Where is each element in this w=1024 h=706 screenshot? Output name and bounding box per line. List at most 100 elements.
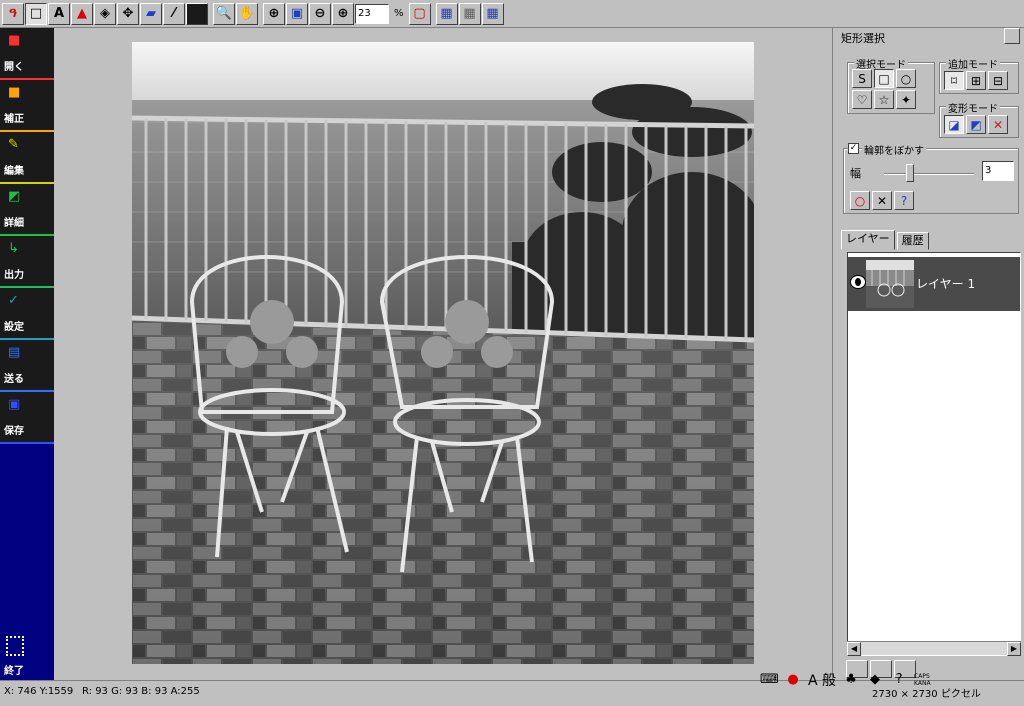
sidebar-item-edit[interactable]: ✎ 編集 xyxy=(0,132,54,184)
layer-thumbnail xyxy=(866,260,914,308)
keyboard-icon[interactable]: ⌨ xyxy=(760,672,779,688)
layer-scrollbar[interactable]: ◀ ▶ xyxy=(847,641,1021,656)
lasso-shape-icon[interactable]: S xyxy=(852,69,872,88)
sidebar-item-label: 補正 xyxy=(4,114,24,125)
rect-select-icon[interactable]: □ xyxy=(25,2,47,25)
sidebar-item-label: 詳細 xyxy=(4,218,24,229)
status-bar: X: 746 Y:1559 R: 93 G: 93 B: 93 A:255 ⌨ … xyxy=(0,672,1024,706)
lasso-icon[interactable]: ዓ xyxy=(2,2,24,25)
pixel-rgb: R: 93 G: 93 B: 93 A:255 xyxy=(82,686,200,697)
star-shape-icon[interactable]: ☆ xyxy=(874,90,894,109)
layer-name: レイヤー 1 xyxy=(916,277,976,291)
add-mode-icon[interactable]: ⊞ xyxy=(966,71,986,90)
camera-icon: ■ xyxy=(8,33,21,48)
width-input[interactable]: 3 xyxy=(982,161,1014,181)
selection-mode-group: 選択モード S □ ○ ♡ ☆ ✦ xyxy=(847,56,935,114)
ime-mode[interactable]: A 般 xyxy=(808,670,836,690)
help-icon[interactable]: ? xyxy=(894,191,914,210)
cancel-transform-icon[interactable]: ✕ xyxy=(988,115,1008,134)
exit-icon xyxy=(6,636,24,656)
photo-canvas[interactable] xyxy=(132,42,754,664)
crop-icon[interactable]: ◩ xyxy=(966,115,986,134)
layer-list[interactable]: レイヤー 1 xyxy=(847,252,1021,656)
adjust-icon: ■ xyxy=(8,85,21,100)
feather-group: ✓ 輪郭をぼかす 幅 3 ○ ✕ ? xyxy=(843,142,1019,214)
wrench-icon: ✓ xyxy=(8,293,19,308)
sidebar-item-send[interactable]: ▤ 送る xyxy=(0,340,54,392)
zoom-out-icon[interactable]: ⊖ xyxy=(309,2,331,25)
cancel-icon[interactable]: ✕ xyxy=(872,191,892,210)
quit-button[interactable]: 終了 xyxy=(0,628,54,680)
sidebar-item-output[interactable]: ↳ 出力 xyxy=(0,236,54,288)
rect-shape-icon[interactable]: □ xyxy=(874,69,894,88)
heart-shape-icon[interactable]: ♡ xyxy=(852,90,872,109)
ellipse-shape-icon[interactable]: ○ xyxy=(896,69,916,88)
add-mode-title: 追加モード xyxy=(946,56,1000,71)
cursor-coords: X: 746 Y:1559 xyxy=(4,686,74,697)
zoom-unit: % xyxy=(394,8,404,19)
sidebar-item-settings[interactable]: ✓ 設定 xyxy=(0,288,54,340)
sidebar-item-label: 設定 xyxy=(4,322,24,333)
send-icon: ▤ xyxy=(8,345,21,360)
main-toolbar: ዓ □ A ▲ ◈ ✥ ▰ ⁄ 🔍 ✋ ⊕ ▣ ⊖ ⊕ 23 % ▢ ▦ ▦ ▦ xyxy=(0,0,1024,28)
transform-mode-title: 変形モード xyxy=(946,100,1000,115)
width-label: 幅 xyxy=(850,167,861,180)
frame-icon[interactable]: ▢ xyxy=(408,2,431,25)
palette-icon[interactable]: ♣ xyxy=(842,672,860,688)
tab-layers[interactable]: レイヤー xyxy=(841,230,895,250)
tab-history[interactable]: 履歴 xyxy=(896,232,929,250)
feather-checkbox[interactable]: ✓ xyxy=(848,143,859,154)
pencil-icon: ✎ xyxy=(8,137,19,152)
grid1-icon[interactable]: ▦ xyxy=(435,2,458,25)
zoom-window-icon[interactable]: ▣ xyxy=(286,2,308,25)
quit-label: 終了 xyxy=(4,666,24,677)
ime-status-icon[interactable]: ● xyxy=(784,672,802,688)
sidebar-item-save[interactable]: ▣ 保存 xyxy=(0,392,54,444)
grid2-icon[interactable]: ▦ xyxy=(458,2,481,25)
zoom-input[interactable]: 23 xyxy=(355,3,389,24)
subtract-mode-icon[interactable]: ⊟ xyxy=(988,71,1008,90)
zoom-in-icon[interactable]: ⊕ xyxy=(332,2,354,25)
replace-mode-icon[interactable]: ⌑ xyxy=(944,71,964,90)
brush-icon[interactable]: ▰ xyxy=(140,2,162,25)
color-swatch-icon[interactable] xyxy=(186,2,208,25)
image-size: 2730 × 2730 ピクセル xyxy=(872,689,981,700)
eyedropper-icon[interactable]: ⁄ xyxy=(163,2,185,25)
text-icon[interactable]: A xyxy=(48,2,70,25)
width-slider-thumb[interactable] xyxy=(906,164,914,182)
sidebar-item-label: 送る xyxy=(4,374,24,385)
panel-title: 矩形選択 xyxy=(841,32,885,45)
width-slider[interactable] xyxy=(884,173,974,175)
canvas-area[interactable] xyxy=(54,28,830,680)
scroll-left-icon[interactable]: ◀ xyxy=(847,642,861,656)
detail-icon: ◩ xyxy=(8,189,21,204)
hand-icon[interactable]: ✋ xyxy=(236,2,258,25)
transform-mode-group: 変形モード ◪ ◩ ✕ xyxy=(939,100,1019,138)
sidebar-item-label: 編集 xyxy=(4,166,24,177)
sidebar-item-label: 開く xyxy=(4,62,24,73)
sidebar-item-label: 出力 xyxy=(4,270,24,281)
save-icon: ▣ xyxy=(8,397,21,412)
add-mode-group: 追加モード ⌑ ⊞ ⊟ xyxy=(939,56,1019,94)
sidebar-item-detail[interactable]: ◩ 詳細 xyxy=(0,184,54,236)
scroll-right-icon[interactable]: ▶ xyxy=(1007,642,1021,656)
right-panel: 矩形選択 選択モード S □ ○ ♡ ☆ ✦ 追加モード ⌑ ⊞ ⊟ 変形モード… xyxy=(832,28,1024,680)
sidebar-item-label: 保存 xyxy=(4,426,24,437)
layer-row[interactable]: レイヤー 1 xyxy=(848,257,1020,311)
fill-icon[interactable]: ◈ xyxy=(94,2,116,25)
sidebar-item-adjust[interactable]: ■ 補正 xyxy=(0,80,54,132)
wand-shape-icon[interactable]: ✦ xyxy=(896,90,916,109)
panel-tabs: レイヤー 履歴 xyxy=(841,230,931,250)
color-icon[interactable]: ▲ xyxy=(71,2,93,25)
output-icon: ↳ xyxy=(8,241,19,256)
zoom-fit-icon[interactable]: ⊕ xyxy=(263,2,285,25)
transform-icon[interactable]: ◪ xyxy=(944,115,964,134)
move-icon[interactable]: ✥ xyxy=(117,2,139,25)
sidebar-item-open[interactable]: ■ 開く xyxy=(0,28,54,80)
apply-icon[interactable]: ○ xyxy=(850,191,870,210)
feather-label: 輪郭をぼかす xyxy=(862,142,926,157)
grid3-icon[interactable]: ▦ xyxy=(481,2,504,25)
eye-icon[interactable] xyxy=(850,275,866,289)
panel-close-button[interactable] xyxy=(1004,28,1020,44)
zoom-icon[interactable]: 🔍 xyxy=(213,2,235,25)
